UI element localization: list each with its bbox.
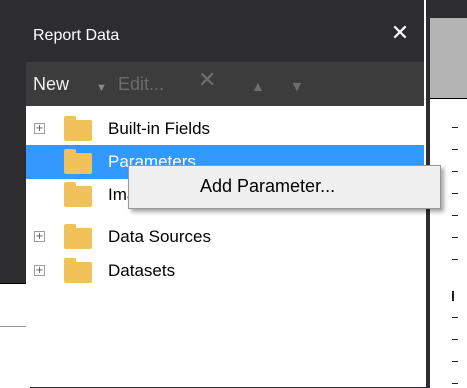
move-down-icon[interactable]: ▼ [290,76,304,96]
context-menu: Add Parameter... [128,165,441,209]
move-up-icon[interactable]: ▲ [251,76,265,96]
edit-button[interactable]: Edit... [118,74,164,94]
add-parameter-menu-item[interactable]: Add Parameter... [200,176,335,197]
ruler-tick [452,259,458,260]
tree-item-label: Built-in Fields [108,119,211,138]
expand-icon[interactable]: + [34,265,45,276]
designer-header [424,0,467,18]
new-dropdown-arrow-icon[interactable]: ▼ [96,78,107,98]
ruler-tick [452,383,458,384]
folder-icon [64,182,92,207]
folder-icon [64,116,92,141]
tree-item-data-sources[interactable]: + Data Sources [26,220,424,254]
tree-item-datasets[interactable]: + Datasets [26,254,424,288]
ruler-tick [452,127,458,128]
tree-item-label: Data Sources [108,227,211,246]
expand-icon[interactable]: + [34,123,45,134]
folder-icon [64,258,92,283]
ruler-tick [452,171,458,172]
panel-titlebar: Report Data ✕ [26,0,424,62]
tree-item-built-in-fields[interactable]: + Built-in Fields [26,112,424,146]
tree-item-label: Datasets [108,261,176,280]
close-icon[interactable]: ✕ [388,22,412,46]
designer-tab-area [430,18,467,98]
panel-title: Report Data [33,27,120,44]
ruler-tick [452,149,458,150]
ruler-tick [452,339,458,340]
ruler-tick [452,237,458,238]
panel-toolbar: New ▼ Edit... ✕ ▲ ▼ [26,62,424,106]
folder-icon [64,149,92,174]
folder-icon [64,224,92,249]
ruler-tick [452,361,458,362]
expand-icon[interactable]: + [34,231,45,242]
delete-icon[interactable]: ✕ [198,70,216,92]
ruler-tick [452,193,458,194]
ruler-tick [452,215,458,216]
vertical-ruler [430,98,467,388]
new-button[interactable]: New [33,74,69,94]
ruler-mark [452,291,454,301]
ruler-tick [452,317,458,318]
